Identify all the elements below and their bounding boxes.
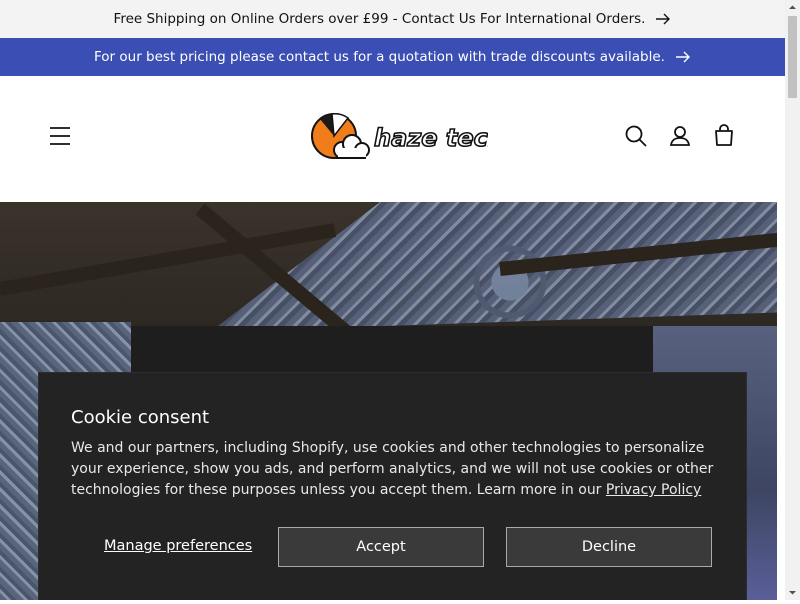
manage-preferences-link[interactable]: Manage preferences (104, 538, 252, 554)
scrollbar-thumb[interactable] (788, 16, 797, 98)
hero-edge (777, 202, 785, 600)
search-button[interactable] (620, 120, 652, 152)
search-icon (625, 125, 647, 147)
logo-graphic: haze tech (311, 113, 506, 159)
arrow-right-icon (655, 13, 671, 25)
scroll-up-arrow-icon[interactable] (785, 0, 800, 15)
announcement-bar-shipping[interactable]: Free Shipping on Online Orders over £99 … (0, 0, 785, 38)
account-icon (669, 126, 691, 146)
announcement-bar-trade[interactable]: For our best pricing please contact us f… (0, 38, 785, 76)
privacy-policy-link[interactable]: Privacy Policy (606, 482, 701, 498)
accept-button[interactable]: Accept (278, 527, 484, 567)
cookie-title: Cookie consent (71, 407, 210, 428)
page-scrollbar[interactable] (785, 0, 800, 600)
account-button[interactable] (664, 120, 696, 152)
page: Free Shipping on Online Orders over £99 … (0, 0, 785, 600)
decline-button[interactable]: Decline (506, 527, 712, 567)
arrow-right-icon (675, 51, 691, 63)
cart-button[interactable] (708, 120, 740, 152)
cookie-body: We and our partners, including Shopify, … (71, 438, 721, 501)
cart-icon (715, 124, 733, 146)
site-header: haze tech (0, 76, 785, 203)
hamburger-menu-icon (50, 127, 70, 145)
announcement-text: For our best pricing please contact us f… (94, 49, 665, 65)
haze-tech-logo[interactable]: haze tech (308, 106, 506, 170)
cookie-consent-dialog: Cookie consent We and our partners, incl… (39, 373, 746, 600)
menu-button[interactable] (44, 120, 76, 152)
hero-ceiling-decoration (210, 202, 777, 332)
logo-lettering: haze tech (374, 124, 488, 152)
scroll-down-arrow-icon[interactable] (785, 585, 800, 600)
announcement-text: Free Shipping on Online Orders over £99 … (113, 11, 646, 27)
